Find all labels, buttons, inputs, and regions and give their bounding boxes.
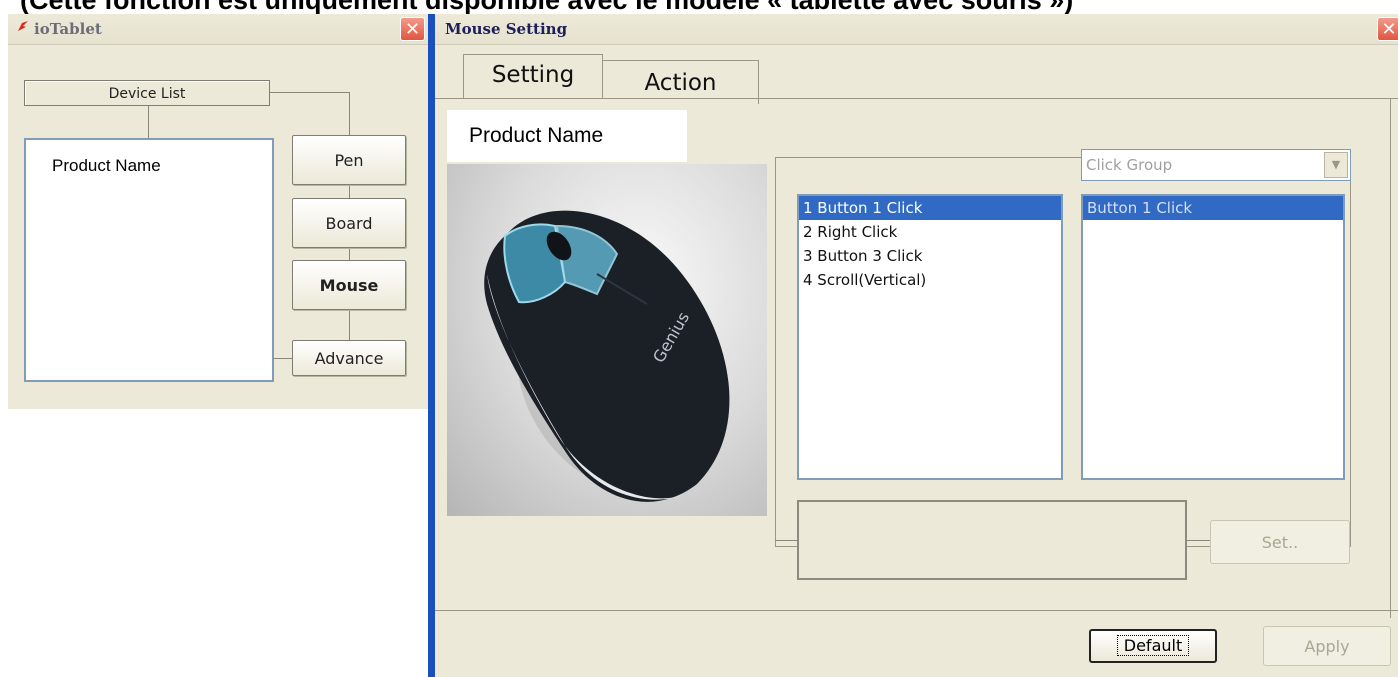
- tree-connector: [270, 92, 350, 93]
- board-button[interactable]: Board: [292, 198, 406, 248]
- default-button-label: Default: [1116, 635, 1190, 656]
- iotablet-logo-icon: [15, 21, 28, 37]
- close-icon: ✕: [1381, 19, 1397, 40]
- tree-connector: [148, 106, 149, 138]
- device-list-item[interactable]: Product Name: [52, 156, 161, 176]
- product-name-label: Product Name: [447, 110, 687, 162]
- button-list[interactable]: 1 Button 1 Click 2 Right Click 3 Button …: [797, 194, 1063, 480]
- iotablet-close-button[interactable]: ✕: [400, 17, 425, 41]
- iotablet-title-bar: ioTablet ✕: [8, 14, 432, 45]
- mouse-button[interactable]: Mouse: [292, 260, 406, 310]
- pen-button[interactable]: Pen: [292, 135, 406, 185]
- close-icon: ✕: [404, 19, 421, 40]
- action-description-box: [797, 500, 1187, 580]
- iotablet-window: ioTablet ✕ Device List Product Name Pen …: [8, 14, 432, 409]
- action-list[interactable]: Button 1 Click: [1081, 194, 1345, 480]
- mouse-setting-window: Mouse Setting ✕ Setting Action Product N…: [435, 14, 1398, 677]
- apply-button[interactable]: Apply: [1263, 626, 1391, 666]
- iotablet-title: ioTablet: [34, 20, 102, 38]
- chevron-down-icon[interactable]: ▼: [1324, 152, 1348, 178]
- page-caption: (Cette fonction est uniquement disponibl…: [20, 0, 1074, 15]
- device-list[interactable]: Product Name: [24, 138, 274, 382]
- list-item[interactable]: 3 Button 3 Click: [799, 244, 1061, 268]
- footer-separator: [435, 610, 1398, 611]
- tree-connector: [349, 92, 350, 135]
- list-item[interactable]: 1 Button 1 Click: [799, 196, 1061, 220]
- list-item[interactable]: 2 Right Click: [799, 220, 1061, 244]
- tree-connector: [274, 358, 292, 359]
- tab-panel-border: [1390, 98, 1391, 618]
- mouse-image: Genius: [447, 164, 767, 516]
- advance-button[interactable]: Advance: [292, 340, 406, 376]
- tab-setting[interactable]: Setting: [463, 54, 603, 98]
- mouse-setting-title-bar: Mouse Setting ✕: [435, 14, 1398, 45]
- list-item[interactable]: 4 Scroll(Vertical): [799, 268, 1061, 292]
- click-group-value: Click Group: [1086, 156, 1173, 174]
- device-list-label: Device List: [24, 80, 270, 106]
- mouse-illustration: Genius: [484, 210, 730, 502]
- group-connector: [1187, 540, 1210, 541]
- click-group-dropdown[interactable]: Click Group ▼: [1081, 149, 1351, 181]
- tab-divider: [435, 98, 1398, 99]
- mouse-setting-close-button[interactable]: ✕: [1377, 17, 1398, 41]
- group-connector: [775, 540, 797, 541]
- mouse-setting-title: Mouse Setting: [445, 20, 568, 38]
- set-button[interactable]: Set..: [1210, 520, 1350, 564]
- default-button[interactable]: Default: [1089, 629, 1217, 663]
- list-item[interactable]: Button 1 Click: [1083, 196, 1343, 220]
- tree-connector: [349, 310, 350, 344]
- window-divider: [428, 14, 435, 677]
